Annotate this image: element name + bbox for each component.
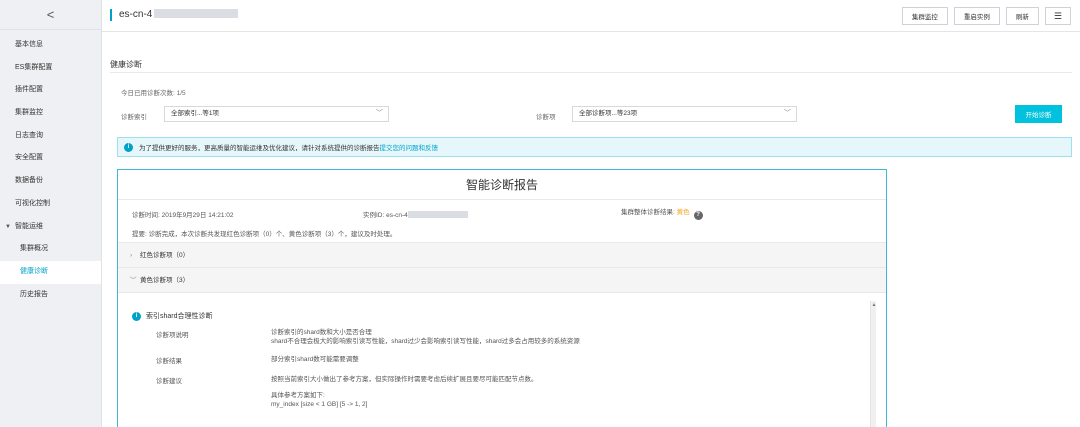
- redacted-instance-id: [407, 211, 468, 218]
- sidebar-item-cluster-overview[interactable]: 集群概况: [0, 238, 101, 261]
- sidebar-item-history-report[interactable]: 历史报告: [0, 284, 101, 307]
- result-key: 诊断结果: [156, 358, 182, 365]
- sidebar-item-basic-info[interactable]: 基本信息: [0, 34, 101, 57]
- diagnosis-item-title-text: 索引shard合理性诊断: [146, 313, 213, 320]
- caret-down-icon: ▼: [5, 223, 11, 230]
- plan-title: 具体参考方案如下:: [271, 392, 325, 399]
- desc-value-2: shard不合理会极大的影响索引读写性能，shard过少会影响索引读写性能，sh…: [271, 338, 580, 345]
- notice-text: 为了提供更好的服务，更高质量的智能运维及优化建议，请针对系统提供的诊断报告: [139, 145, 380, 152]
- red-items-label: 红色诊断项（0）: [140, 252, 190, 259]
- menu-button[interactable]: ☰: [1044, 7, 1071, 25]
- sidebar-item-visualization[interactable]: 可视化控制: [0, 193, 101, 216]
- cluster-id-prefix: es-cn-4: [119, 9, 153, 20]
- yellow-items-toggle[interactable]: ﹀ 黄色诊断项（3）: [118, 268, 886, 293]
- plan-line: my_index [size < 1 GB] [5 -> 1, 2]: [271, 401, 368, 408]
- start-diagnosis-button[interactable]: 开始诊断: [1015, 105, 1062, 123]
- overall-result-label: 集群整体诊断结果:: [621, 209, 675, 216]
- advice-value: 按照当前索引大小做出了参考方案，但实际操作时需要考虑后续扩展且要尽可能匹配节点数…: [271, 376, 538, 383]
- restart-instance-button[interactable]: 重启实例: [953, 7, 1000, 25]
- diagnosis-item-select[interactable]: 全部诊断项...等23项 ﹀: [572, 106, 797, 122]
- sidebar-item-health-diagnosis[interactable]: 健康诊断: [0, 260, 101, 284]
- index-select-value: 全部索引...等1项: [171, 110, 220, 117]
- report-meta: 诊断时间: 2019年9月29日 14:21:02 实例ID: es-cn-4 …: [118, 205, 886, 223]
- yellow-items-panel: ▲ i 索引shard合理性诊断 诊断项说明 诊断索引的shard数和大小是否合…: [118, 295, 886, 427]
- result-value: 部分索引shard数可能需要调整: [271, 356, 359, 363]
- chevron-down-icon: ﹀: [130, 277, 137, 284]
- overall-result-value: 黄色: [676, 209, 690, 216]
- diagnosis-report: 智能诊断报告 诊断时间: 2019年9月29日 14:21:02 实例ID: e…: [117, 169, 887, 427]
- chevron-down-icon: ﹀: [784, 110, 791, 117]
- sidebar-item-security[interactable]: 安全配置: [0, 147, 101, 170]
- info-icon: i: [132, 311, 141, 321]
- sidebar-item-es-config[interactable]: ES集群配置: [0, 57, 101, 80]
- desc-value-1: 诊断索引的shard数和大小是否合理: [271, 329, 372, 336]
- chevron-right-icon: ›: [130, 252, 133, 259]
- instance-id: 实例ID: es-cn-4: [363, 209, 468, 219]
- diagnosis-item-label: 诊断项: [536, 114, 556, 121]
- top-bar: es-cn-4 集群监控 重启实例 刷新 ☰: [102, 0, 1080, 32]
- chevron-left-icon: <: [46, 7, 55, 22]
- index-select[interactable]: 全部索引...等1项 ﹀: [164, 106, 389, 122]
- sidebar-group-label: 智能运维: [15, 222, 43, 230]
- desc-key: 诊断项说明: [156, 332, 189, 339]
- report-title: 智能诊断报告: [118, 170, 886, 200]
- yellow-items-label: 黄色诊断项（3）: [140, 277, 190, 284]
- feedback-link[interactable]: 提交您的问题和反馈: [380, 142, 439, 152]
- overall-result: 集群整体诊断结果: 黄色?: [621, 206, 703, 220]
- instance-id-text: 实例ID: es-cn-4: [363, 212, 408, 219]
- toolbar: 集群监控 重启实例 刷新 ☰: [901, 7, 1071, 25]
- section-title: 健康诊断: [110, 60, 142, 69]
- diagnosis-item-title: i 索引shard合理性诊断: [132, 311, 213, 321]
- back-button[interactable]: <: [0, 0, 101, 30]
- info-notice: i 为了提供更好的服务，更高质量的智能运维及优化建议，请针对系统提供的诊断报告提…: [117, 137, 1072, 157]
- sidebar-group-smart-ops[interactable]: ▼ 智能运维: [0, 216, 101, 239]
- advice-key: 诊断建议: [156, 378, 182, 385]
- index-label: 诊断索引: [121, 114, 147, 121]
- chevron-down-icon: ﹀: [376, 110, 383, 117]
- diagnosis-time: 诊断时间: 2019年9月29日 14:21:02: [132, 212, 234, 219]
- cluster-monitor-button[interactable]: 集群监控: [901, 7, 948, 25]
- scroll-up-icon[interactable]: ▲: [871, 301, 877, 309]
- section-divider: [110, 72, 1072, 73]
- redacted-cluster-id: [154, 9, 239, 18]
- info-icon: i: [124, 142, 133, 152]
- sidebar-item-log-query[interactable]: 日志查询: [0, 125, 101, 148]
- page-title: es-cn-4: [110, 9, 239, 21]
- sidebar-item-backup[interactable]: 数据备份: [0, 170, 101, 193]
- red-items-toggle[interactable]: › 红色诊断项（0）: [118, 243, 886, 268]
- help-icon[interactable]: ?: [693, 210, 703, 220]
- refresh-button[interactable]: 刷新: [1005, 7, 1039, 25]
- diagnosis-item-select-value: 全部诊断项...等23项: [579, 110, 638, 117]
- menu-icon: ☰: [1053, 10, 1062, 21]
- sidebar-item-cluster-monitor[interactable]: 集群监控: [0, 102, 101, 125]
- scrollbar[interactable]: ▲: [870, 301, 876, 427]
- sidebar-item-plugins[interactable]: 插件配置: [0, 79, 101, 102]
- report-summary: 提要: 诊断完成，本次诊断共发现红色诊断项（0）个、黄色诊断项（3）个，建议及时…: [118, 227, 886, 243]
- quota-text: 今日已用诊断次数: 1/5: [121, 90, 186, 97]
- sidebar: < 基本信息 ES集群配置 插件配置 集群监控 日志查询 安全配置 数据备份 可…: [0, 0, 102, 427]
